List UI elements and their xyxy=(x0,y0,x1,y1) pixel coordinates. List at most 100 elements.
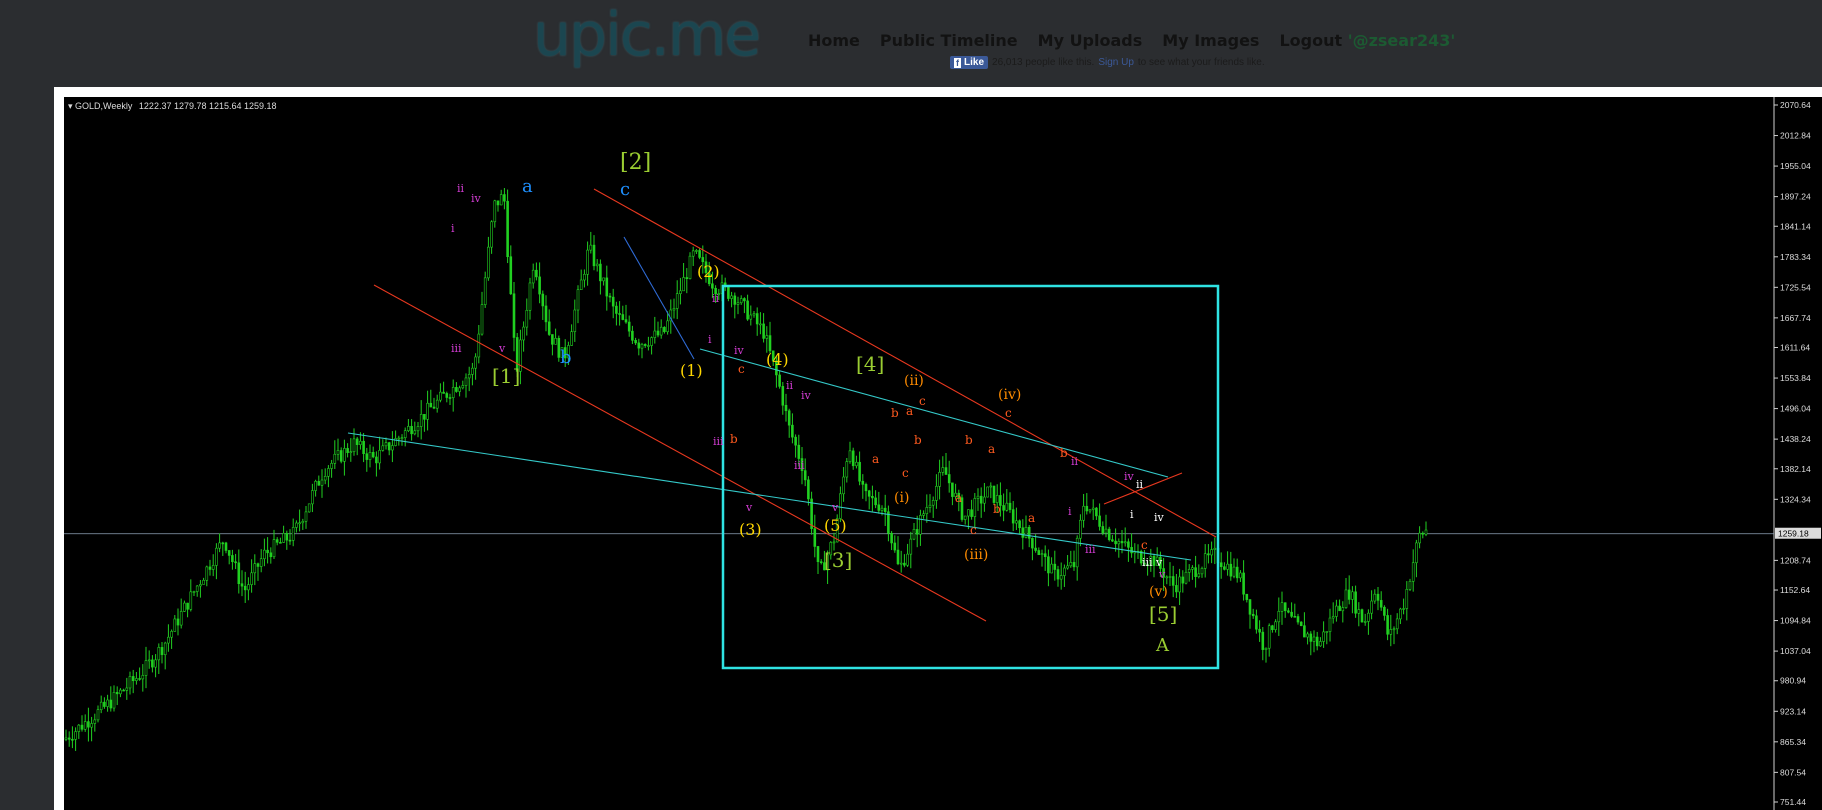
candle-body xyxy=(77,724,81,732)
candle-body xyxy=(234,561,237,564)
y-tick-label: 980.94 xyxy=(1780,676,1806,686)
facebook-like-button[interactable]: f Like xyxy=(950,56,989,69)
site-logo[interactable]: upic.me xyxy=(533,0,761,70)
candle-body xyxy=(1181,576,1185,584)
sub-wave-label: ii xyxy=(1071,455,1079,468)
candle-body xyxy=(1037,550,1041,556)
candle-body xyxy=(679,290,682,294)
nav-logout[interactable]: Logout '@zsear243' xyxy=(1279,31,1455,50)
candle-body xyxy=(1050,563,1053,574)
candle-body xyxy=(279,542,282,544)
nav-my-images[interactable]: My Images xyxy=(1162,31,1259,50)
candle-body xyxy=(1091,507,1095,510)
candle-body xyxy=(1043,553,1047,558)
candle-body xyxy=(880,507,884,511)
wave-label: b xyxy=(560,347,572,368)
candle-body xyxy=(647,345,650,347)
abc-label: b xyxy=(965,433,973,447)
candle-body xyxy=(387,442,391,451)
nav-home[interactable]: Home xyxy=(808,31,860,50)
candle-body xyxy=(269,552,273,558)
candle-body xyxy=(749,314,753,320)
candle-body xyxy=(874,497,877,506)
candle-body xyxy=(64,737,68,740)
candle-body xyxy=(727,286,730,299)
candle-body xyxy=(285,533,289,541)
candle-body xyxy=(711,283,714,289)
candle-body xyxy=(240,583,244,587)
wave-label: A xyxy=(1155,635,1170,656)
candle-body xyxy=(339,450,343,462)
candle-body xyxy=(407,425,410,432)
candle-body xyxy=(1175,585,1178,593)
candle-body xyxy=(1389,629,1393,635)
sub-wave-label: v xyxy=(498,342,506,355)
candle-body xyxy=(839,493,842,519)
facebook-tail: to see what your friends like. xyxy=(1137,57,1265,68)
candle-body xyxy=(1226,563,1229,570)
candle-body xyxy=(192,591,196,593)
candle-body xyxy=(122,689,125,692)
logout-label[interactable]: Logout xyxy=(1279,31,1342,50)
candle-body xyxy=(906,553,909,566)
candle-body xyxy=(861,480,865,485)
candle-body xyxy=(915,529,919,535)
candle-body xyxy=(832,541,836,544)
candle-body xyxy=(112,692,116,709)
candle-body xyxy=(938,472,941,487)
candle-body xyxy=(922,513,925,516)
candle-body xyxy=(784,404,788,412)
y-tick-label: 1094.84 xyxy=(1780,616,1811,626)
facebook-signup-link[interactable]: Sign Up xyxy=(1098,57,1134,68)
nav-my-uploads[interactable]: My Uploads xyxy=(1038,31,1143,50)
candle-body xyxy=(477,333,481,358)
candle-body xyxy=(1245,593,1249,600)
sub-wave-label: i xyxy=(1130,508,1134,521)
sub-wave-label: i xyxy=(451,222,455,235)
candle-body xyxy=(1411,562,1415,582)
sub-wave-label: v xyxy=(1158,568,1166,581)
candle-body xyxy=(1213,547,1217,550)
candle-body xyxy=(1341,607,1345,612)
candle-body xyxy=(157,647,161,661)
candle-body xyxy=(1021,527,1025,538)
candle-body xyxy=(1197,573,1201,577)
candle-body xyxy=(173,618,177,632)
username[interactable]: '@zsear243' xyxy=(1348,31,1456,50)
candle-body xyxy=(1309,633,1313,642)
candle-body xyxy=(928,504,932,508)
candle-body xyxy=(1114,540,1117,545)
candle-body xyxy=(935,486,938,501)
candle-body xyxy=(787,410,791,426)
abc-label: a xyxy=(988,442,995,456)
facebook-like-label: Like xyxy=(964,57,985,68)
y-tick-label: 1725.54 xyxy=(1780,282,1811,292)
candle-body xyxy=(1347,589,1351,600)
candle-body xyxy=(1063,567,1066,576)
candle-body xyxy=(1280,602,1284,612)
candle-body xyxy=(522,326,525,341)
wave-label: (5) xyxy=(824,516,847,535)
candle-body xyxy=(1283,602,1287,612)
candle-body xyxy=(400,437,404,440)
candle-body xyxy=(490,221,493,248)
candle-body xyxy=(944,467,948,475)
nav-public-timeline[interactable]: Public Timeline xyxy=(880,31,1018,50)
candle-body xyxy=(765,335,769,339)
candle-body xyxy=(1290,611,1293,617)
candle-body xyxy=(1344,589,1348,608)
candle-body xyxy=(467,374,471,379)
wave-label: a xyxy=(522,176,533,197)
dropdown-icon[interactable]: ▾ xyxy=(68,101,73,111)
candle-body xyxy=(480,304,484,335)
sub-wave-label: iii xyxy=(713,435,724,448)
candle-body xyxy=(611,296,615,307)
candle-body xyxy=(1373,593,1377,602)
candle-body xyxy=(381,445,385,451)
y-tick-label: 751.44 xyxy=(1780,797,1806,807)
sub-wave-label: iii xyxy=(1085,543,1096,556)
candle-body xyxy=(509,256,513,295)
candle-body xyxy=(599,263,602,282)
candle-body xyxy=(224,542,228,551)
candle-body xyxy=(1267,625,1271,649)
